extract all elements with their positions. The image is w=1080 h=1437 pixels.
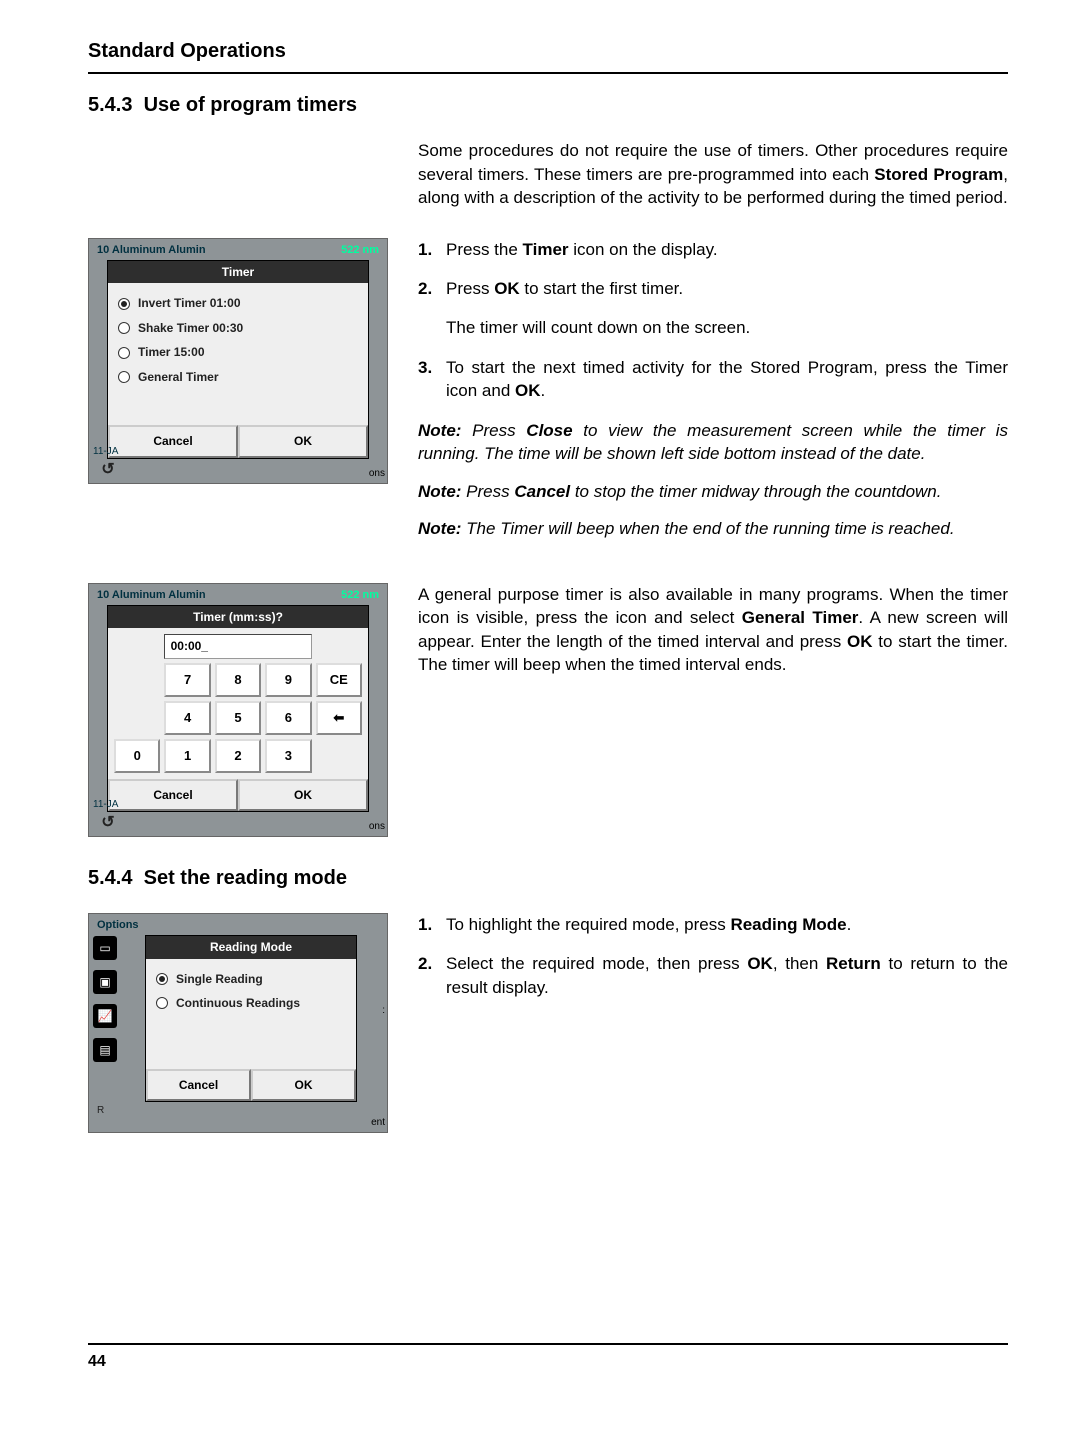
dialog-title: Reading Mode <box>146 936 356 959</box>
radio-selected-icon[interactable] <box>118 298 130 310</box>
cancel-button[interactable]: Cancel <box>146 1069 251 1102</box>
device-screenshot-timer: 10 Aluminum Alumin 522 nm Timer Invert T… <box>88 238 388 484</box>
keypad-4[interactable]: 4 <box>164 701 210 735</box>
radio-option[interactable]: Timer 15:00 <box>138 344 205 361</box>
step-number: 3. <box>418 356 446 403</box>
section-heading: Use of program timers <box>144 94 357 116</box>
device-screenshot-keypad: 10 Aluminum Alumin 522 nm Timer (mm:ss)?… <box>88 583 388 838</box>
ons-label: ons <box>369 467 385 481</box>
ok-button[interactable]: OK <box>238 779 368 812</box>
keypad-9[interactable]: 9 <box>265 663 311 697</box>
section-heading: Set the reading mode <box>144 867 347 889</box>
step-text: Press the Timer icon on the display. <box>446 238 1008 261</box>
radio-icon[interactable] <box>118 371 130 383</box>
note-text: Note: Press Close to view the measuremen… <box>418 419 1008 466</box>
note-text: Note: The Timer will beep when the end o… <box>418 517 1008 540</box>
device-screenshot-reading-mode: Options ▭ ▣ 📈 ▤ Reading Mode Single Read… <box>88 913 388 1133</box>
bold-cancel: Cancel <box>514 482 570 501</box>
section-number: 5.4.3 <box>88 94 132 116</box>
radio-option[interactable]: Continuous Readings <box>176 995 300 1012</box>
radio-icon[interactable] <box>118 347 130 359</box>
bold-ok: OK <box>515 381 541 400</box>
keypad-backspace-icon[interactable]: ⬅ <box>316 701 362 735</box>
bold-return: Return <box>826 954 881 973</box>
note-text: Note: Press Cancel to stop the timer mid… <box>418 480 1008 503</box>
section-544-title: 5.4.4 Set the reading mode <box>88 865 1008 893</box>
back-icon[interactable]: ↺ <box>97 461 119 479</box>
store-icon[interactable]: ▭ <box>93 936 117 960</box>
options-label: Options <box>97 918 139 933</box>
page-number: 44 <box>88 1343 1008 1373</box>
list-icon[interactable]: ▤ <box>93 1038 117 1062</box>
keypad-ce[interactable]: CE <box>316 663 362 697</box>
device-program-label: 10 Aluminum Alumin <box>97 588 206 603</box>
radio-option[interactable]: Invert Timer 01:00 <box>138 295 241 312</box>
keypad-6[interactable]: 6 <box>265 701 311 735</box>
step-number: 1. <box>418 913 446 936</box>
side-colon: : <box>382 1004 385 1018</box>
step-number: 1. <box>418 238 446 261</box>
keypad-1[interactable]: 1 <box>164 739 210 773</box>
device-wavelength: 522 nm <box>341 243 379 258</box>
chart-icon[interactable]: 📈 <box>93 1004 117 1028</box>
intro-paragraph: Some procedures do not require the use o… <box>418 139 1008 209</box>
device-program-label: 10 Aluminum Alumin <box>97 243 206 258</box>
radio-option[interactable]: Single Reading <box>176 971 263 988</box>
keypad-7[interactable]: 7 <box>164 663 210 697</box>
keypad-0[interactable]: 0 <box>114 739 160 773</box>
ok-button[interactable]: OK <box>251 1069 356 1102</box>
radio-selected-icon[interactable] <box>156 973 168 985</box>
step-text: Select the required mode, then press OK,… <box>446 952 1008 999</box>
keypad-2[interactable]: 2 <box>215 739 261 773</box>
ent-label: ent <box>371 1116 385 1130</box>
keypad-3[interactable]: 3 <box>265 739 311 773</box>
radio-option[interactable]: General Timer <box>138 369 218 386</box>
step-text: To highlight the required mode, press Re… <box>446 913 1008 936</box>
general-timer-paragraph: A general purpose timer is also availabl… <box>418 583 1008 677</box>
step-text: Press OK to start the first timer. <box>446 277 1008 300</box>
keypad-8[interactable]: 8 <box>215 663 261 697</box>
keypad-5[interactable]: 5 <box>215 701 261 735</box>
time-input[interactable]: 00:00_ <box>164 634 313 659</box>
step-text: To start the next timed activity for the… <box>446 356 1008 403</box>
bold-reading-mode: Reading Mode <box>730 915 846 934</box>
bold-ok: OK <box>847 632 873 651</box>
device-wavelength: 522 nm <box>341 588 379 603</box>
ons-label: ons <box>369 820 385 834</box>
section-543-title: 5.4.3 Use of program timers <box>88 92 1008 120</box>
dialog-title: Timer (mm:ss)? <box>108 606 368 629</box>
bold-ok: OK <box>494 279 520 298</box>
date-label: 11-JA <box>93 798 118 812</box>
bold-close: Close <box>526 421 572 440</box>
send-icon[interactable]: ▣ <box>93 970 117 994</box>
step-number: 2. <box>418 277 446 300</box>
radio-option[interactable]: Shake Timer 00:30 <box>138 320 243 337</box>
ok-button[interactable]: OK <box>238 425 368 458</box>
radio-icon[interactable] <box>118 322 130 334</box>
back-icon[interactable]: ↺ <box>97 814 119 832</box>
bold-stored-program: Stored Program <box>874 165 1003 184</box>
date-label: 11-JA <box>93 445 118 459</box>
cancel-button[interactable]: Cancel <box>108 425 238 458</box>
bold-ok: OK <box>747 954 773 973</box>
dialog-title: Timer <box>108 261 368 284</box>
chapter-header: Standard Operations <box>88 38 1008 74</box>
section-number: 5.4.4 <box>88 867 132 889</box>
cancel-button[interactable]: Cancel <box>108 779 238 812</box>
step-number: 2. <box>418 952 446 999</box>
bold-timer: Timer <box>523 240 569 259</box>
radio-icon[interactable] <box>156 997 168 1009</box>
step-sub-text: The timer will count down on the screen. <box>446 316 1008 339</box>
bold-general-timer: General Timer <box>742 608 859 627</box>
footer-r: R <box>97 1104 104 1118</box>
